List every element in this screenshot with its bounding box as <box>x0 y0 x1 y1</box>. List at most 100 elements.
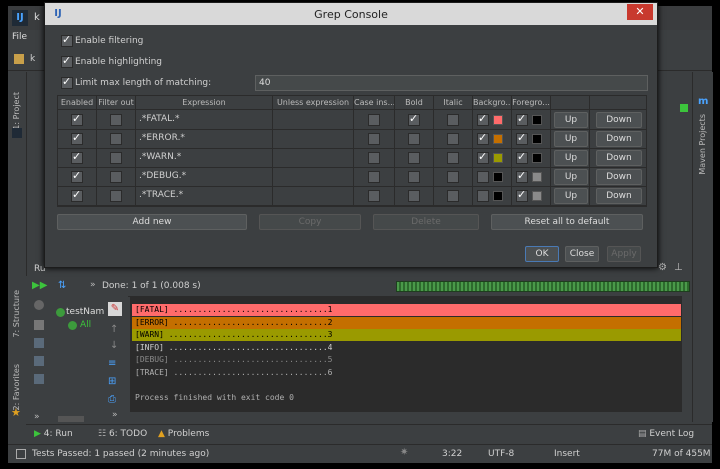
enable-filtering-checkbox[interactable] <box>61 33 73 47</box>
close-button[interactable]: Close <box>565 246 599 262</box>
grep-icon[interactable]: ⊞ <box>108 376 116 387</box>
table-row[interactable]: .*TRACE.* Up Down <box>58 186 646 206</box>
row-foreground-swatch[interactable] <box>532 153 542 163</box>
row-italic-checkbox[interactable] <box>447 152 459 164</box>
scroll-up-icon[interactable]: ↑ <box>110 324 118 335</box>
row-down-button[interactable]: Down <box>596 150 642 166</box>
row-expression[interactable]: .*DEBUG.* <box>136 167 272 186</box>
row-filter-out-checkbox[interactable] <box>110 114 122 126</box>
row-bold-checkbox[interactable] <box>408 152 420 164</box>
row-italic-checkbox[interactable] <box>447 114 459 126</box>
insert-mode[interactable]: Insert <box>554 449 580 459</box>
table-row[interactable]: .*DEBUG.* Up Down <box>58 167 646 187</box>
row-case-insensitive-checkbox[interactable] <box>368 190 380 202</box>
row-foreground-swatch[interactable] <box>532 191 542 201</box>
reset-all-button[interactable]: Reset all to default <box>491 214 643 230</box>
row-up-button[interactable]: Up <box>554 188 588 204</box>
side-more-icon[interactable]: » <box>112 410 118 420</box>
memory-indicator[interactable]: 77M of 455M <box>652 449 711 459</box>
test-tree-all[interactable]: All <box>80 320 91 330</box>
row-italic-checkbox[interactable] <box>447 171 459 183</box>
row-background-checkbox[interactable] <box>477 171 489 183</box>
row-enabled-checkbox[interactable] <box>71 131 83 145</box>
row-bold-checkbox[interactable] <box>408 133 420 145</box>
row-background-swatch[interactable] <box>493 115 503 125</box>
row-foreground-checkbox[interactable] <box>516 131 528 145</box>
test-tree-item[interactable]: testNam <box>66 307 104 317</box>
tool-tab-project[interactable]: 1: Project <box>12 92 21 130</box>
row-filter-out-checkbox[interactable] <box>110 190 122 202</box>
status-message[interactable]: Tests Passed: 1 passed (2 minutes ago) <box>32 449 209 459</box>
tree-scrollbar[interactable] <box>58 416 84 422</box>
row-foreground-checkbox[interactable] <box>516 150 528 164</box>
restore-layout-icon[interactable] <box>34 338 44 348</box>
delete-button[interactable]: Delete <box>373 214 479 230</box>
toolbar-more-icon[interactable]: » <box>90 280 96 290</box>
row-up-button[interactable]: Up <box>554 150 588 166</box>
col-unless-expression[interactable]: Unless expression <box>273 96 354 110</box>
status-square-icon[interactable] <box>16 449 26 459</box>
row-case-insensitive-checkbox[interactable] <box>368 133 380 145</box>
sort-tests-icon[interactable]: ⇅ <box>58 280 66 291</box>
caret-position[interactable]: 3:22 <box>442 449 462 459</box>
clear-console-icon[interactable]: ✎ <box>108 302 122 316</box>
rerun-icon[interactable]: ▶▶ <box>32 280 47 291</box>
row-expression[interactable]: .*FATAL.* <box>136 110 272 129</box>
row-background-checkbox[interactable] <box>477 190 489 202</box>
camera-icon[interactable] <box>34 374 44 384</box>
row-up-button[interactable]: Up <box>554 169 588 185</box>
settings-gear-icon[interactable]: ⚙ <box>658 262 667 273</box>
row-down-button[interactable]: Down <box>596 188 642 204</box>
row-background-swatch[interactable] <box>493 134 503 144</box>
row-background-swatch[interactable] <box>493 191 503 201</box>
row-enabled-checkbox[interactable] <box>71 169 83 183</box>
row-expression[interactable]: .*ERROR.* <box>136 129 272 148</box>
event-log-tab[interactable]: ▤ Event Log <box>638 429 706 443</box>
row-bold-checkbox[interactable] <box>408 190 420 202</box>
row-case-insensitive-checkbox[interactable] <box>368 152 380 164</box>
scroll-down-icon[interactable]: ↓ <box>110 340 118 351</box>
stop-icon[interactable] <box>34 300 44 310</box>
dialog-titlebar[interactable]: IJ Grep Console ✕ <box>45 3 657 25</box>
file-encoding[interactable]: UTF-8 <box>488 449 514 459</box>
row-expression[interactable]: .*WARN.* <box>136 148 272 167</box>
copy-button[interactable]: Copy <box>259 214 361 230</box>
row-enabled-checkbox[interactable] <box>71 150 83 164</box>
print-icon[interactable]: ⎙ <box>108 394 116 405</box>
row-case-insensitive-checkbox[interactable] <box>368 114 380 126</box>
row-foreground-swatch[interactable] <box>532 134 542 144</box>
col-foreground[interactable]: Foregro... <box>512 96 551 110</box>
row-foreground-checkbox[interactable] <box>516 112 528 126</box>
row-enabled-checkbox[interactable] <box>71 188 83 202</box>
row-down-button[interactable]: Down <box>596 112 642 128</box>
col-background[interactable]: Backgro... <box>473 96 512 110</box>
todo-tab[interactable]: ☷ 6: TODO <box>98 429 158 443</box>
row-bold-checkbox[interactable] <box>408 171 420 183</box>
row-background-checkbox[interactable] <box>477 131 489 145</box>
row-expression[interactable]: .*TRACE.* <box>136 186 272 205</box>
limit-length-input[interactable]: 40 <box>255 75 648 91</box>
row-foreground-swatch[interactable] <box>532 115 542 125</box>
col-italic[interactable]: Italic <box>434 96 473 110</box>
soft-wrap-icon[interactable]: ≡ <box>108 358 116 369</box>
row-bold-checkbox[interactable] <box>408 112 420 126</box>
row-background-checkbox[interactable] <box>477 112 489 126</box>
limit-length-checkbox[interactable] <box>61 75 73 89</box>
apply-button[interactable]: Apply <box>607 246 641 262</box>
row-italic-checkbox[interactable] <box>447 133 459 145</box>
row-foreground-swatch[interactable] <box>532 172 542 182</box>
console-scrollbar[interactable] <box>682 296 692 412</box>
folder-icon[interactable] <box>14 54 24 64</box>
run-tab[interactable]: ▶ 4: Run <box>34 429 90 443</box>
row-filter-out-checkbox[interactable] <box>110 133 122 145</box>
project-crumb[interactable]: k <box>30 54 35 64</box>
col-case-insensitive[interactable]: Case ins... <box>354 96 395 110</box>
col-enabled[interactable]: Enabled <box>58 96 97 110</box>
table-row[interactable]: .*FATAL.* Up Down <box>58 110 646 130</box>
console-output[interactable]: [FATAL] ................................… <box>130 296 682 412</box>
tool-tab-maven-projects[interactable]: Maven Projects <box>698 114 707 175</box>
tool-tab-structure[interactable]: 7: Structure <box>12 290 21 338</box>
ok-button[interactable]: OK <box>525 246 559 262</box>
dialog-close-button[interactable]: ✕ <box>627 4 653 20</box>
problems-tab[interactable]: ▲ Problems <box>158 429 228 443</box>
